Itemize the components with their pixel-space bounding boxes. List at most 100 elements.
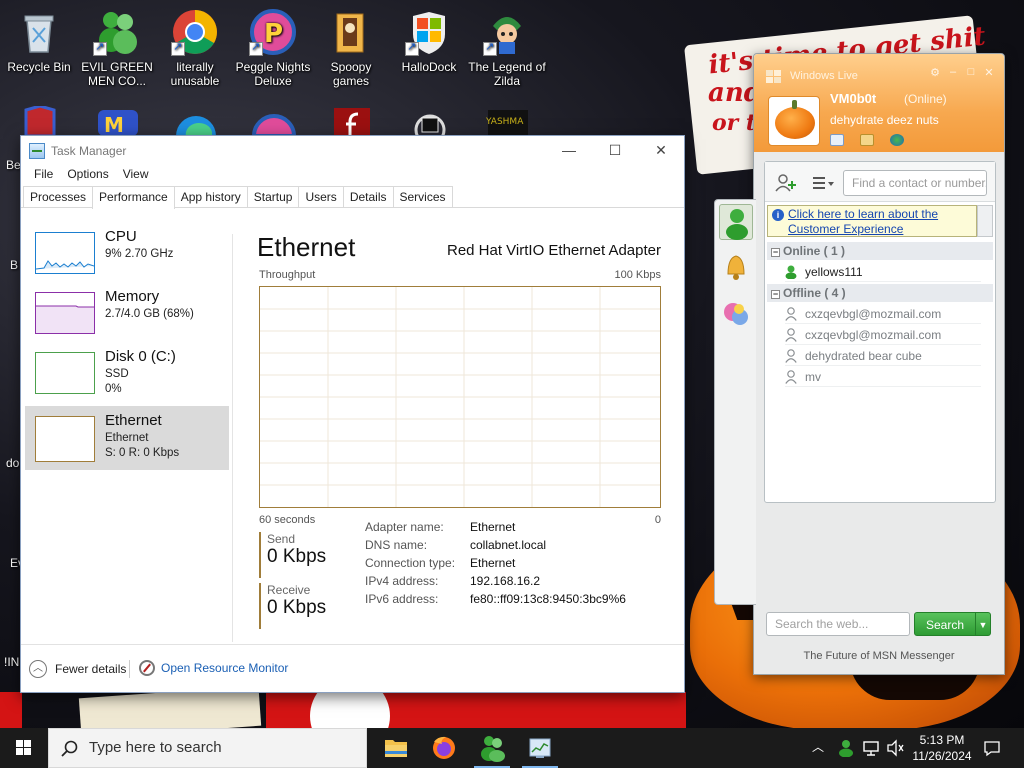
messenger-minimize-button[interactable]: – xyxy=(944,66,962,79)
property-row: IPv4 address: 192.168.16.2 xyxy=(365,574,626,592)
messenger-close-button[interactable]: ✕ xyxy=(980,66,998,79)
chevron-up-icon: ︿ xyxy=(29,660,47,678)
mail-icon[interactable] xyxy=(830,134,844,146)
xbox-icon[interactable] xyxy=(890,134,904,146)
info-icon: i xyxy=(772,209,784,221)
contact-item[interactable]: yellows111 xyxy=(785,262,981,282)
desktop-icon-label: HalloDock xyxy=(401,60,457,74)
taskbar-search-box[interactable]: Type here to search xyxy=(48,728,367,768)
desktop-icon-literally-unusable[interactable]: literally unusable xyxy=(156,8,234,88)
property-row: Connection type: Ethernet xyxy=(365,556,626,574)
clock-time: 5:13 PM xyxy=(919,733,965,747)
memory-thumbnail-graph xyxy=(35,292,95,334)
list-options-icon[interactable] xyxy=(811,175,835,191)
contact-name: yellows111 xyxy=(805,265,863,279)
edge-icon[interactable] xyxy=(172,106,220,136)
minimize-button[interactable]: — xyxy=(546,136,592,165)
group-header-offline[interactable]: − Offline ( 4 ) xyxy=(767,284,993,302)
flash-icon[interactable] xyxy=(328,106,376,136)
tray-overflow-icon[interactable]: ︿ xyxy=(812,738,824,755)
info-bar[interactable]: i Click here to learn about the Customer… xyxy=(767,205,977,237)
messenger-title-bar[interactable]: Windows Live xyxy=(764,68,858,84)
resource-ethernet[interactable]: Ethernet Ethernet S: 0 R: 0 Kbps xyxy=(25,406,229,470)
alerts-tab[interactable] xyxy=(719,248,753,284)
cpu-thumbnail-graph xyxy=(35,232,95,274)
user-avatar[interactable] xyxy=(768,96,820,146)
task-manager-taskbar-icon[interactable] xyxy=(516,728,564,768)
desktop-icon-recycle-bin[interactable]: Recycle Bin xyxy=(0,8,78,74)
messenger-taskbar-icon[interactable] xyxy=(468,728,516,768)
contact-item[interactable]: mv xyxy=(785,367,981,387)
notification-icon[interactable] xyxy=(983,739,1001,760)
desktop-icon-evil-green-men[interactable]: EVIL GREEN MEN CO... xyxy=(78,8,156,88)
tab-startup[interactable]: Startup xyxy=(246,186,300,207)
close-button[interactable]: ✕ xyxy=(638,136,684,165)
web-search-button[interactable]: Search xyxy=(914,612,976,636)
user-status[interactable]: (Online) xyxy=(904,92,947,106)
throughput-graph xyxy=(259,286,661,508)
resource-cpu[interactable]: CPU 9% 2.70 GHz xyxy=(25,226,229,290)
menu-view[interactable]: View xyxy=(116,165,156,185)
property-value: fe80::ff09:13c8:9450:3bc9%6 xyxy=(470,592,626,606)
maximize-button[interactable]: ☐ xyxy=(592,136,638,165)
svg-text:P: P xyxy=(264,19,283,49)
messenger-options-icon[interactable]: ⚙ xyxy=(926,66,944,79)
fun-tab[interactable] xyxy=(719,296,753,332)
tab-details[interactable]: Details xyxy=(342,186,394,207)
desktop-icon-spoopy-games[interactable]: Spoopy games xyxy=(312,8,390,88)
network-icon[interactable] xyxy=(862,739,880,760)
info-scrollbar[interactable] xyxy=(977,205,993,237)
group-header-online[interactable]: − Online ( 1 ) xyxy=(767,242,993,260)
tab-app-history[interactable]: App history xyxy=(173,186,248,207)
ethernet-detail-panel: Ethernet Red Hat VirtIO Ethernet Adapter… xyxy=(257,226,677,646)
tab-performance[interactable]: Performance xyxy=(92,186,175,209)
firefox-icon[interactable] xyxy=(420,728,468,768)
customer-experience-link[interactable]: Click here to learn about the Customer E… xyxy=(788,207,976,237)
resource-name: Ethernet xyxy=(105,412,162,429)
spaces-icon[interactable] xyxy=(860,134,874,146)
volume-icon[interactable] xyxy=(886,739,904,760)
game-logo-icon[interactable]: M xyxy=(94,106,142,137)
add-contact-icon[interactable] xyxy=(775,174,797,192)
user-display-name[interactable]: VM0b0t xyxy=(830,91,876,106)
desktop-icon-hallodock[interactable]: HalloDock xyxy=(390,8,468,74)
contact-list-panel: Find a contact or number... i Click here… xyxy=(764,161,996,503)
contact-item[interactable]: dehydrated bear cube xyxy=(785,346,981,366)
personal-message[interactable]: dehydrate deez nuts xyxy=(830,113,939,127)
find-contact-input[interactable]: Find a contact or number... xyxy=(843,170,987,196)
tab-processes[interactable]: Processes xyxy=(23,186,94,207)
web-search-input[interactable]: Search the web... xyxy=(766,612,910,636)
game-icon-label: YASHMA xyxy=(485,117,524,127)
tab-users[interactable]: Users xyxy=(298,186,344,207)
app-icon[interactable] xyxy=(406,106,454,146)
resource-disk[interactable]: Disk 0 (C:) SSD 0% xyxy=(25,346,229,410)
menu-file[interactable]: File xyxy=(27,165,60,185)
file-explorer-icon[interactable] xyxy=(372,728,420,768)
folder-icon xyxy=(327,8,375,56)
start-button[interactable] xyxy=(0,728,48,768)
menu-options[interactable]: Options xyxy=(60,165,115,185)
search-dropdown-icon[interactable]: ▼ xyxy=(975,612,991,636)
shield-icon[interactable] xyxy=(16,104,64,138)
desktop-icon-legend-of-zilda[interactable]: The Legend of Zilda xyxy=(468,8,546,88)
property-row: IPv6 address: fe80::ff09:13c8:9450:3bc9%6 xyxy=(365,592,626,610)
title-bar[interactable]: Task Manager — ☐ ✕ xyxy=(21,136,684,165)
contacts-tab[interactable] xyxy=(719,204,753,240)
fewer-details-button[interactable]: ︿ Fewer details xyxy=(29,660,126,678)
game-icon[interactable]: YASHMA xyxy=(484,106,532,136)
tray-messenger-icon[interactable] xyxy=(838,739,854,760)
collapse-icon: − xyxy=(771,247,780,257)
desktop-icon-peggle[interactable]: P Peggle Nights Deluxe xyxy=(234,8,312,88)
buddy-icon xyxy=(93,8,141,56)
system-clock[interactable]: 5:13 PM 11/26/2024 xyxy=(910,732,974,764)
messenger-maximize-button[interactable]: □ xyxy=(962,66,980,79)
resource-memory[interactable]: Memory 2.7/4.0 GB (68%) xyxy=(25,286,229,350)
tab-services[interactable]: Services xyxy=(392,186,453,207)
contact-item[interactable]: cxzqevbgl@mozmail.com xyxy=(785,325,981,345)
task-manager-window: Task Manager — ☐ ✕ File Options View Pro… xyxy=(20,135,685,693)
open-resource-monitor-link[interactable]: Open Resource Monitor xyxy=(139,660,288,676)
contact-item[interactable]: cxzqevbgl@mozmail.com xyxy=(785,304,981,324)
receive-label: Receive xyxy=(267,583,311,597)
peggle-icon[interactable] xyxy=(250,106,298,138)
panel-divider xyxy=(232,234,233,642)
